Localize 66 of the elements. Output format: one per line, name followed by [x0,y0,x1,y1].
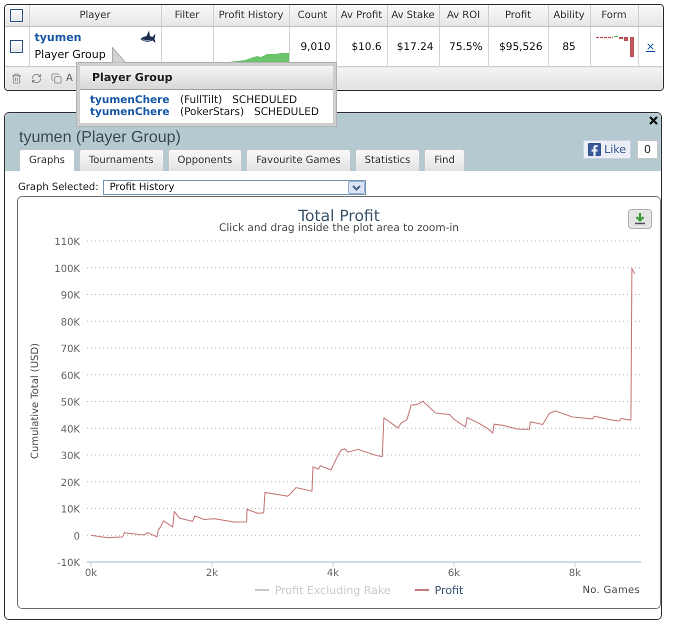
y-axis-label: 10K [60,504,80,516]
graph-select[interactable]: Profit History [102,180,366,195]
y-axis-label: -10K [57,558,80,569]
download-icon[interactable] [628,209,652,229]
tab[interactable]: Favourite Games [246,149,351,171]
y-axis-label: 60K [60,370,80,382]
refresh-icon[interactable] [31,73,42,84]
toolbar-label[interactable]: A [66,73,73,84]
legend-item[interactable]: Profit [414,584,464,596]
chart-subtitle: Click and drag inside the plot area to zoom-in [219,222,459,234]
y-axis-label: 50K [60,398,80,408]
column-header[interactable]: Count [289,5,336,26]
account-status: SCHEDULED [232,94,298,106]
column-header[interactable]: Av Stake [387,5,439,26]
y-axis-title: Cumulative Total (USD) [30,343,41,459]
remove-link[interactable]: × [646,40,656,53]
graph-select-label: Graph Selected: [18,182,99,193]
like-button[interactable]: Like [583,140,631,159]
tab[interactable]: Tournaments [78,149,164,171]
x-axis-label: 4k [326,568,340,579]
panel-title: tyumen (Player Group) [19,128,181,148]
y-axis-label: 90K [60,290,80,302]
x-axis-label: 0k [84,568,98,579]
y-axis-label: 30K [60,451,80,462]
close-icon[interactable] [649,116,658,125]
select-all-checkbox[interactable] [10,9,24,22]
account-site: (PokerStars) [180,106,244,118]
column-header[interactable]: Form [590,5,638,26]
tab[interactable]: Statistics [354,149,420,171]
form-sparkline [596,36,634,57]
column-header[interactable]: Profit History [213,5,289,26]
y-axis-label: 40K [60,424,80,436]
account-link[interactable]: tyumenChere [90,106,170,118]
x-axis-label: 8k [568,568,582,579]
trash-icon[interactable] [11,73,22,84]
column-header[interactable]: Av ROI [439,5,488,26]
chevron-down-icon [348,181,365,194]
account-link[interactable]: tyumenChere [90,94,170,106]
player-link[interactable]: tyumen [34,30,82,44]
account-status: SCHEDULED [254,106,319,118]
tab[interactable]: Find [424,149,465,171]
x-axis-label: 2k [206,568,218,579]
y-axis-label: 0 [74,531,80,542]
copy-icon[interactable] [51,73,62,84]
y-axis-label: 20K [60,478,80,489]
column-header[interactable]: Filter [161,5,213,26]
column-header[interactable]: Av Profit [336,5,387,26]
shark-icon [140,30,156,44]
account-site: (FullTilt) [180,94,222,106]
tab[interactable]: Opponents [168,149,242,171]
y-axis-label: 80K [60,317,80,328]
y-axis-label: 70K [60,344,80,355]
y-axis-label: 100K [54,264,80,275]
chart-title: Total Profit [298,206,380,224]
x-axis-title: No. Games [582,584,640,596]
like-count: 0 [637,140,658,159]
column-header[interactable]: Player [29,5,161,26]
tooltip-title: Player Group [80,66,333,90]
tab[interactable]: Graphs [19,149,75,171]
y-axis-label: 110K [54,237,80,248]
x-axis-label: 6k [448,568,460,579]
column-header[interactable]: Profit [488,5,548,26]
row-checkbox[interactable] [10,40,24,53]
facebook-icon [587,142,602,157]
column-header[interactable]: Ability [548,5,590,26]
group-label: Player Group [34,47,106,63]
